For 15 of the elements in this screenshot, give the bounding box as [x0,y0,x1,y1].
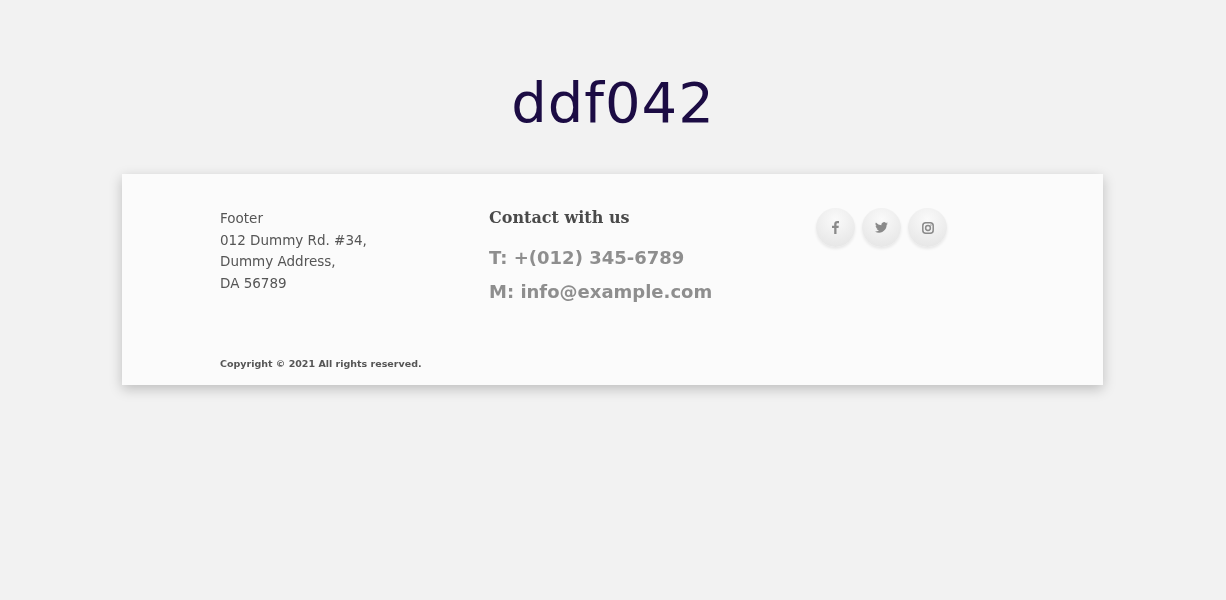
phone-text: T: +(012) 345-6789 [489,246,685,270]
address-line: Dummy Address, [220,252,337,271]
address-line: Footer [220,209,264,228]
address-line: DA 56789 [220,273,288,293]
facebook-icon [832,221,839,234]
address-line: 012 Dummy Rd. #34, [220,230,368,250]
social-button[interactable] [862,208,901,247]
page-title: ddf042 [511,70,715,135]
contact-heading: Contact with us [489,208,630,227]
social-button[interactable] [816,208,855,247]
camera-icon [921,221,934,234]
email-text: M: info@example.com [489,280,713,304]
copyright-text: Copyright © 2021 All rights reserved. [220,358,422,369]
bird-icon [875,222,888,233]
social-button[interactable] [908,208,947,247]
